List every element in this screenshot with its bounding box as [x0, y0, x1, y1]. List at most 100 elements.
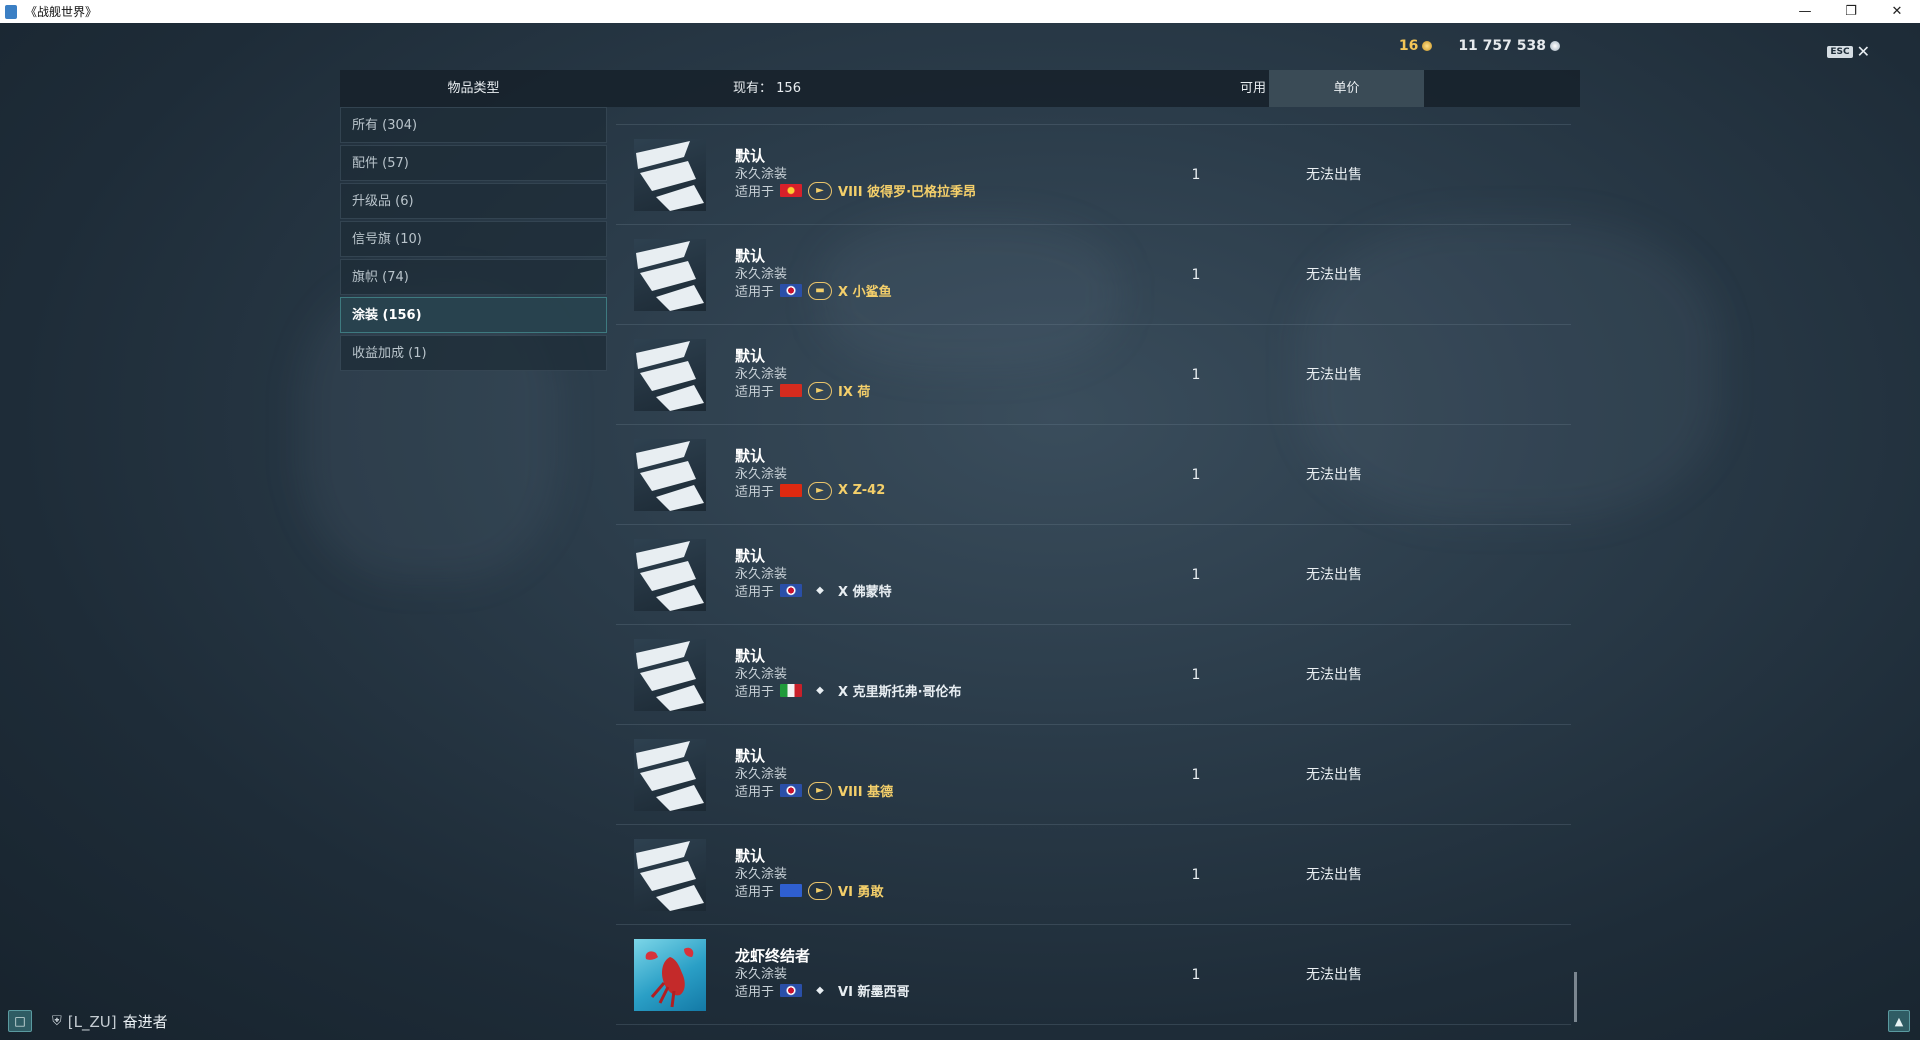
unit-price: 无法出售: [1306, 467, 1362, 483]
applies-to-label: 适用于: [735, 585, 775, 600]
ship-name: X 佛蒙特: [838, 585, 892, 600]
nation-flag-icon: [780, 884, 803, 897]
camouflage-thumbnail: [634, 639, 706, 711]
camouflage-list[interactable]: 默认 永久涂装 适用于 ► VIII 彼得罗·巴格拉季昂 1 无法出售 默认 永久涂装 适用于 ▬ X…: [616, 107, 1571, 1027]
camouflage-type: 永久涂装: [735, 867, 788, 882]
camouflage-thumbnail: [634, 839, 706, 911]
inventory-header: 物品类型 现有： 156 可用 单价: [340, 70, 1580, 107]
table-row[interactable]: 默认 永久涂装 适用于 ► VIII 基德 1 无法出售: [616, 725, 1571, 825]
applies-to: 适用于 ► X Z-42: [735, 481, 885, 500]
header-unit-price[interactable]: 单价: [1269, 70, 1424, 107]
nation-flag-icon: [780, 484, 803, 497]
applies-to: 适用于 ◆ X 克里斯托弗·哥伦布: [735, 681, 962, 700]
ship-name: X Z-42: [838, 483, 886, 498]
unit-price: 无法出售: [1306, 967, 1362, 983]
applies-to: 适用于 ► VI 勇敢: [735, 881, 883, 900]
camouflage-thumbnail: [634, 939, 706, 1011]
applies-to-label: 适用于: [735, 185, 775, 200]
close-window-button[interactable]: ✕: [1874, 0, 1920, 23]
table-row[interactable]: 默认 永久涂装 适用于 ► VIII 彼得罗·巴格拉季昂 1 无法出售: [616, 125, 1571, 225]
credit-icon: [1550, 41, 1560, 51]
window-controls: — ❐ ✕: [1782, 0, 1920, 23]
nation-flag-icon: [780, 284, 803, 297]
table-row[interactable]: 默认 永久涂装 适用于 ◆ X 佛蒙特 1 无法出售: [616, 525, 1571, 625]
sidebar-item-all[interactable]: 所有 (304): [340, 107, 607, 143]
sidebar-item-signals[interactable]: 信号旗 (10): [340, 221, 607, 257]
sidebar-item-flags[interactable]: 旗帜 (74): [340, 259, 607, 295]
sidebar-item-boosters[interactable]: 收益加成 (1): [340, 335, 607, 371]
clan-shield-icon: ⛨: [52, 1014, 62, 1029]
bell-icon: ▲: [1894, 1014, 1904, 1028]
table-row[interactable]: 默认 永久涂装 适用于 ► X Z-42 1 无法出售: [616, 425, 1571, 525]
camouflage-type: 永久涂装: [735, 567, 788, 582]
ship-class-icon: ►: [808, 181, 833, 200]
camouflage-thumbnail: [634, 739, 706, 811]
available-count: 1: [1191, 567, 1201, 583]
doubloons-value: 16: [1398, 38, 1419, 54]
ship-class-icon: ►: [808, 881, 833, 900]
applies-to-label: 适用于: [735, 285, 775, 300]
unit-price: 无法出售: [1306, 167, 1362, 183]
applies-to-label: 适用于: [735, 985, 775, 1000]
list-scrollbar[interactable]: [1574, 972, 1577, 1022]
esc-close-button[interactable]: ESC ✕: [1827, 42, 1870, 61]
ship-name: VI 勇敢: [838, 885, 884, 900]
table-row[interactable]: 龙虾终结者 永久涂装 适用于 ◆ VI 新墨西哥 1 无法出售: [616, 925, 1571, 1025]
camouflage-type: 永久涂装: [735, 667, 788, 682]
camouflage-thumbnail: [634, 139, 706, 211]
ship-class-icon: ◆: [816, 585, 824, 596]
unit-price: 无法出售: [1306, 367, 1362, 383]
ship-name: X 小鲨鱼: [838, 285, 892, 300]
available-count: 1: [1191, 167, 1201, 183]
camouflage-thumbnail: [634, 339, 706, 411]
esc-key-label: ESC: [1827, 45, 1853, 58]
ship-class-icon: ►: [808, 781, 833, 800]
minimize-button[interactable]: —: [1782, 0, 1828, 23]
sidebar-item-camouflage[interactable]: 涂装 (156): [340, 297, 607, 333]
credits-balance: 11 757 538: [1458, 38, 1560, 54]
nation-flag-icon: [780, 584, 803, 597]
player-info[interactable]: ⛨ [L_ZU] 奋进者: [52, 1011, 168, 1032]
nation-flag-icon: [780, 684, 803, 697]
chat-button[interactable]: □: [8, 1010, 32, 1032]
camouflage-type: 永久涂装: [735, 267, 788, 282]
applies-to: 适用于 ◆ X 佛蒙特: [735, 581, 892, 600]
notifications-button[interactable]: ▲: [1888, 1010, 1910, 1032]
ship-name: VI 新墨西哥: [838, 985, 910, 1000]
nation-flag-icon: [780, 984, 803, 997]
table-row[interactable]: 默认 永久涂装 适用于 ► VI 勇敢 1 无法出售: [616, 825, 1571, 925]
doubloon-icon: [1422, 41, 1433, 51]
player-name: 奋进者: [122, 1013, 168, 1031]
unit-price: 无法出售: [1306, 567, 1362, 583]
camouflage-type: 永久涂装: [735, 767, 788, 782]
doubloons-balance: 16: [1398, 38, 1433, 54]
unit-price: 无法出售: [1306, 267, 1362, 283]
available-count: 1: [1191, 467, 1201, 483]
ship-class-icon: ▬: [808, 281, 833, 300]
restore-button[interactable]: ❐: [1828, 0, 1874, 23]
available-count: 1: [1191, 367, 1201, 383]
clan-tag: [L_ZU]: [67, 1012, 117, 1031]
nation-flag-icon: [780, 184, 803, 197]
app-icon: [5, 4, 17, 19]
applies-to-label: 适用于: [735, 885, 775, 900]
camouflage-thumbnail: [634, 239, 706, 311]
currency-bar: 16 11 757 538: [1399, 38, 1560, 54]
table-row[interactable]: 默认 永久涂装 适用于 ◆ X 克里斯托弗·哥伦布 1 无法出售: [616, 625, 1571, 725]
camouflage-type: 永久涂装: [735, 467, 788, 482]
close-icon: ✕: [1856, 42, 1870, 61]
table-row[interactable]: 默认 永久涂装 适用于 ► IX 荷 1 无法出售: [616, 325, 1571, 425]
applies-to: 适用于 ► VIII 基德: [735, 781, 893, 800]
ship-class-icon: ►: [808, 381, 833, 400]
header-count: 现有： 156: [733, 70, 801, 107]
window-titlebar: 《战舰世界》 — ❐ ✕: [0, 0, 1920, 23]
available-count: 1: [1191, 667, 1201, 683]
sidebar-item-modules[interactable]: 配件 (57): [340, 145, 607, 181]
sidebar-item-upgrades[interactable]: 升级品 (6): [340, 183, 607, 219]
applies-to: 适用于 ► VIII 彼得罗·巴格拉季昂: [735, 181, 976, 200]
available-count: 1: [1191, 767, 1201, 783]
window-title: 《战舰世界》: [25, 5, 98, 19]
camouflage-type: 永久涂装: [735, 367, 788, 382]
unit-price: 无法出售: [1306, 667, 1362, 683]
table-row[interactable]: 默认 永久涂装 适用于 ▬ X 小鲨鱼 1 无法出售: [616, 225, 1571, 325]
